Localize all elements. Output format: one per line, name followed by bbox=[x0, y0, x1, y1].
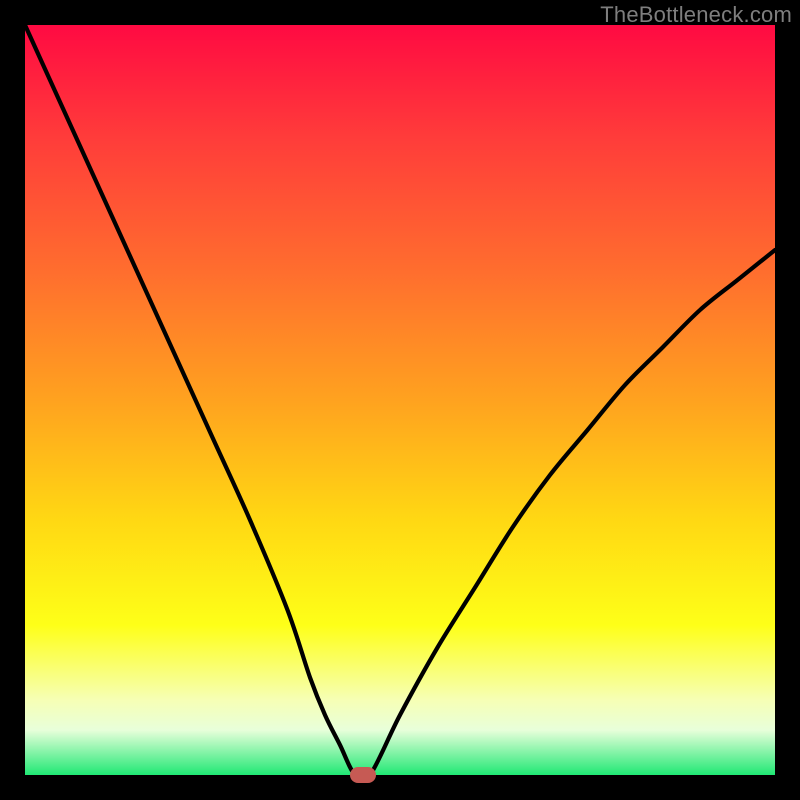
optimal-point-marker bbox=[350, 767, 376, 783]
plot-area bbox=[25, 25, 775, 775]
bottleneck-curve bbox=[25, 25, 775, 775]
chart-frame: TheBottleneck.com bbox=[0, 0, 800, 800]
watermark-text: TheBottleneck.com bbox=[600, 2, 792, 28]
